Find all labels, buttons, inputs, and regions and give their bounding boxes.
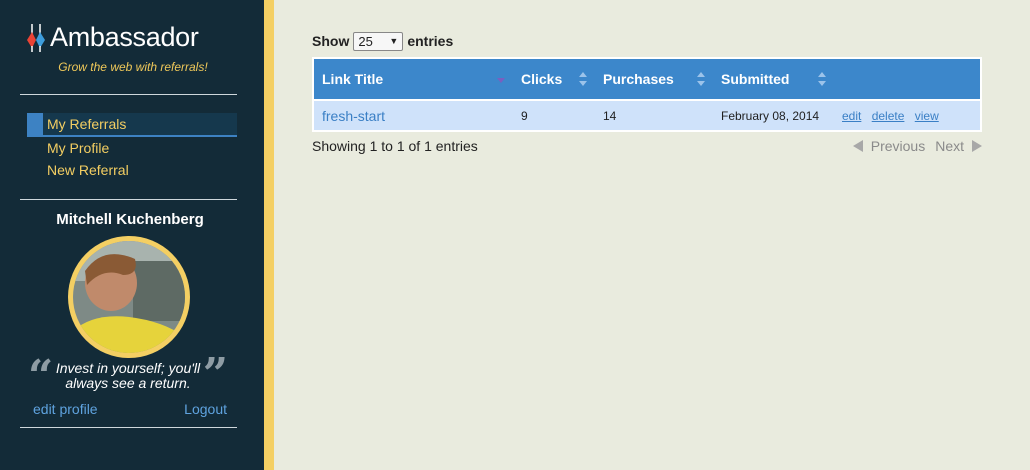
column-label: Clicks bbox=[521, 71, 563, 87]
divider bbox=[20, 199, 237, 200]
purchases-cell: 14 bbox=[595, 99, 713, 131]
nav-item-new-referral[interactable]: New Referral bbox=[27, 159, 237, 181]
avatar-photo bbox=[73, 241, 185, 353]
divider bbox=[20, 427, 237, 428]
profile-links: edit profile Logout bbox=[33, 401, 227, 417]
sort-desc-icon bbox=[497, 78, 505, 83]
column-header-link-title[interactable]: Link Title bbox=[313, 58, 513, 100]
brand-tagline: Grow the web with referrals! bbox=[58, 60, 208, 74]
referrals-table: Link Title Clicks Purchases Submitted fr… bbox=[312, 57, 982, 132]
page-size-select[interactable]: 25 ▼ bbox=[353, 31, 404, 51]
column-header-purchases[interactable]: Purchases bbox=[595, 58, 713, 100]
next-arrow-icon bbox=[972, 140, 982, 152]
clicks-cell: 9 bbox=[513, 99, 595, 131]
edit-link[interactable]: edit bbox=[842, 109, 861, 123]
previous-button[interactable]: Previous bbox=[871, 138, 925, 154]
pagination: Previous Next bbox=[852, 138, 982, 154]
sort-icon bbox=[579, 72, 587, 86]
table-info: Showing 1 to 1 of 1 entries bbox=[312, 138, 478, 154]
divider bbox=[20, 94, 237, 95]
chevron-down-icon: ▼ bbox=[389, 36, 399, 46]
brand-name: Ambassador bbox=[50, 21, 199, 52]
quote-text: Invest in yourself; you'll always see a … bbox=[55, 360, 201, 391]
brand-logo[interactable]: Ambassador bbox=[26, 20, 199, 54]
link-title-cell[interactable]: fresh-start bbox=[313, 99, 513, 131]
show-label: Show bbox=[312, 33, 350, 49]
close-quote-icon: ” bbox=[202, 349, 228, 400]
main-content: Show 25 ▼ entries Link Title Clicks Purc… bbox=[312, 30, 982, 154]
edit-profile-link[interactable]: edit profile bbox=[33, 401, 98, 417]
table-footer: Showing 1 to 1 of 1 entries Previous Nex… bbox=[312, 138, 982, 154]
column-label: Purchases bbox=[603, 71, 674, 87]
nav-item-my-referrals[interactable]: My Referrals bbox=[27, 113, 237, 137]
column-header-actions bbox=[834, 58, 981, 100]
table-row: fresh-start 9 14 February 08, 2014 edit … bbox=[313, 99, 981, 131]
column-label: Submitted bbox=[721, 71, 790, 87]
sidebar-accent-stripe bbox=[264, 0, 274, 470]
sort-icon bbox=[697, 72, 705, 86]
entries-label: entries bbox=[407, 33, 454, 49]
logout-link[interactable]: Logout bbox=[184, 401, 227, 417]
avatar bbox=[68, 236, 190, 358]
sort-icon bbox=[818, 72, 826, 86]
page-size-value: 25 bbox=[358, 33, 373, 49]
delete-link[interactable]: delete bbox=[872, 109, 905, 123]
sidebar: Ambassador Grow the web with referrals! … bbox=[0, 0, 264, 470]
next-button[interactable]: Next bbox=[935, 138, 964, 154]
column-header-submitted[interactable]: Submitted bbox=[713, 58, 834, 100]
column-header-clicks[interactable]: Clicks bbox=[513, 58, 595, 100]
table-header-row: Link Title Clicks Purchases Submitted bbox=[313, 58, 981, 100]
actions-cell: edit delete view bbox=[834, 99, 981, 131]
view-link[interactable]: view bbox=[915, 109, 939, 123]
sidebar-nav: My Referrals My Profile New Referral bbox=[27, 113, 237, 181]
nav-item-my-profile[interactable]: My Profile bbox=[27, 137, 237, 159]
ambassador-logo-icon bbox=[27, 24, 45, 52]
submitted-cell: February 08, 2014 bbox=[713, 99, 834, 131]
user-name: Mitchell Kuchenberg bbox=[56, 211, 204, 228]
column-label: Link Title bbox=[322, 71, 384, 87]
user-quote: “ Invest in yourself; you'll always see … bbox=[28, 353, 228, 399]
previous-arrow-icon bbox=[852, 140, 863, 152]
page-size-control: Show 25 ▼ entries bbox=[312, 30, 982, 52]
